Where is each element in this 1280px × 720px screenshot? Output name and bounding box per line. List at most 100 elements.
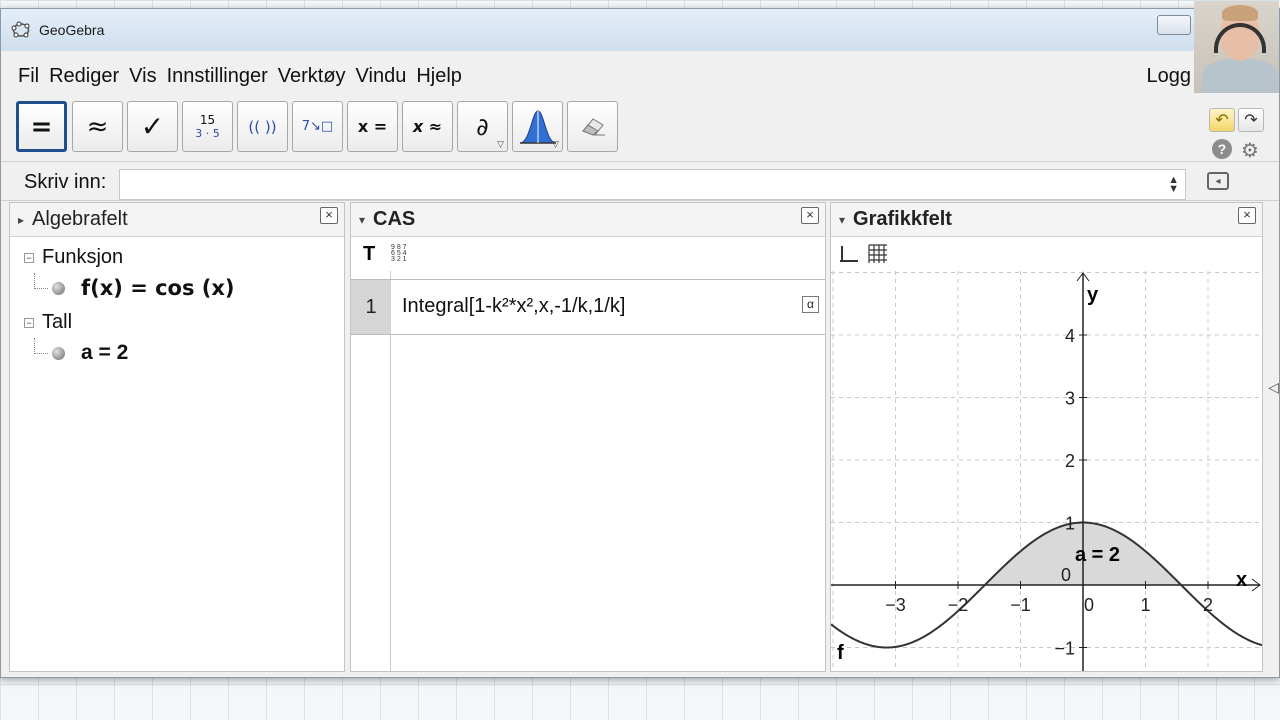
axes-toggle-icon[interactable] (839, 244, 859, 264)
x-tick-label: 0 (1084, 595, 1094, 615)
menu-verktoy[interactable]: Verktøy (278, 65, 346, 88)
menu-rediger[interactable]: Rediger (49, 65, 119, 88)
x-tick-label: 1 (1140, 595, 1150, 615)
derivative-tool-button[interactable]: ∂ ▽ (457, 101, 508, 152)
help-icon[interactable]: ? (1212, 139, 1232, 159)
cas-toolbar: = ≈ ✓ 15 3 · 5 (( )) 7↘□ x = x ≈ ∂ ▽ ▽ ↶… (1, 101, 1279, 163)
expand-side-arrow-icon[interactable]: ◁ (1268, 379, 1279, 396)
function-label-f[interactable]: f (837, 642, 844, 664)
y-tick-label: −1 (1054, 639, 1075, 659)
undo-icon: ↶ (1215, 112, 1229, 129)
solve-numerically-tool-button[interactable]: x ≈ (402, 101, 453, 152)
area-label[interactable]: a = 2 (1075, 544, 1120, 566)
eraser-icon (581, 117, 605, 136)
x-tick-label: −2 (948, 595, 969, 615)
algebra-group-label: Funksjon (42, 246, 124, 268)
approx-icon: ≈ (86, 111, 109, 142)
visibility-toggle-icon[interactable] (52, 281, 65, 295)
collapse-icon[interactable]: − (24, 252, 34, 263)
x-tick-label: 2 (1203, 595, 1213, 615)
algebra-panel-header: ▸ Algebrafelt × (10, 203, 344, 237)
dropdown-arrow-icon: ▽ (552, 140, 559, 150)
algebra-item-a[interactable]: a = 2 (34, 338, 129, 365)
algebra-item-label: a = 2 (81, 341, 129, 364)
origin-label: 0 (1061, 565, 1071, 585)
input-bar-label: Skriv inn: (24, 171, 107, 193)
menu-bar: Fil Rediger Vis Innstillinger Verktøy Vi… (1, 61, 1279, 91)
number-format-icon[interactable]: 9 8 76 5 43 2 1 (391, 244, 407, 263)
graphics-style-bar (831, 237, 1262, 271)
cas-row-number[interactable]: 1 (351, 280, 391, 334)
cas-row-input[interactable]: Integral[1-k²*x²,x,-1/k,1/k] (402, 295, 625, 318)
equals-icon: = (30, 111, 53, 142)
grid-toggle-icon[interactable] (867, 243, 889, 265)
collapse-arrow-icon[interactable]: ▾ (839, 213, 845, 227)
geogebra-window: GeoGebra Fil Rediger Vis Innstillinger V… (0, 1, 1280, 678)
graphics-canvas[interactable]: −3 −2 −1 0 1 2 4 3 2 1 −1 x y 0 f a = 2 (831, 271, 1262, 671)
x-tick-label: −3 (885, 595, 906, 615)
factor-tool-button[interactable]: 15 3 · 5 (182, 101, 233, 152)
expand-tool-button[interactable]: (( )) (237, 101, 288, 152)
solve-tool-button[interactable]: x = (347, 101, 398, 152)
menu-vindu[interactable]: Vindu (356, 65, 407, 88)
tree-connector (34, 338, 48, 354)
cas-row[interactable]: 1 Integral[1-k²*x²,x,-1/k,1/k] α (351, 279, 825, 335)
evaluate-tool-button[interactable]: = (16, 101, 67, 152)
cas-panel-header: ▾ CAS × (351, 203, 825, 237)
collapse-icon[interactable]: − (24, 317, 34, 328)
undo-redo-area: ↶ ↷ ? ⚙ (1209, 101, 1269, 163)
algebra-panel: ▸ Algebrafelt × − Funksjon f(x) = cos (x… (9, 202, 345, 672)
menu-vis[interactable]: Vis (129, 65, 156, 88)
substitute-tool-button[interactable]: 7↘□ (292, 101, 343, 152)
probability-tool-button[interactable]: ▽ (512, 101, 563, 152)
redo-button[interactable]: ↷ (1238, 108, 1264, 132)
dropdown-arrow-icon: ▽ (497, 140, 504, 150)
input-spinner-icon[interactable]: ▲ ▼ (1168, 175, 1179, 195)
close-cas-panel-button[interactable]: × (801, 207, 819, 224)
cas-panel-title: CAS (373, 208, 416, 230)
y-tick-label: 2 (1065, 451, 1075, 471)
collapse-arrow-icon[interactable]: ▸ (18, 213, 24, 227)
login-link[interactable]: Logg (1147, 65, 1192, 88)
redo-icon: ↷ (1244, 112, 1258, 129)
algebra-item-label: f(x) = cos (x) (81, 276, 235, 300)
x-tick-label: −1 (1010, 595, 1031, 615)
window-title: GeoGebra (39, 22, 105, 38)
close-graphics-panel-button[interactable]: × (1238, 207, 1256, 224)
visibility-toggle-icon[interactable] (52, 346, 65, 360)
cas-style-bar: T 9 8 76 5 43 2 1 (351, 237, 825, 271)
input-field[interactable]: ▲ ▼ (119, 169, 1186, 200)
graphics-panel-title: Grafikkfelt (853, 208, 952, 230)
y-tick-label: 4 (1065, 326, 1075, 346)
algebra-item-f[interactable]: f(x) = cos (x) (34, 273, 235, 300)
factor-icon-bottom: 3 · 5 (195, 127, 220, 140)
delete-tool-button[interactable] (567, 101, 618, 152)
menu-hjelp[interactable]: Hjelp (416, 65, 462, 88)
text-style-icon[interactable]: T (363, 243, 375, 266)
gear-icon[interactable]: ⚙ (1241, 138, 1259, 163)
close-algebra-panel-button[interactable]: × (320, 207, 338, 224)
checkmark-icon: ✓ (140, 110, 165, 143)
alpha-symbol-button[interactable]: α (802, 296, 819, 313)
title-bar: GeoGebra (1, 9, 1279, 51)
geogebra-logo-icon (11, 21, 30, 38)
collapse-arrow-icon[interactable]: ▾ (359, 213, 365, 227)
graphics-panel-header: ▾ Grafikkfelt × (831, 203, 1262, 237)
cas-panel: ▾ CAS × T 9 8 76 5 43 2 1 1 Integral[1-k… (350, 202, 826, 672)
menu-innstillinger[interactable]: Innstillinger (167, 65, 268, 88)
keyboard-toggle-icon[interactable]: ◂ (1207, 172, 1229, 190)
solve-icon: x = (357, 117, 388, 136)
undo-button[interactable]: ↶ (1209, 108, 1235, 132)
keep-input-tool-button[interactable]: ✓ (127, 101, 178, 152)
minimize-button[interactable] (1157, 15, 1191, 35)
derivative-icon: ∂ (476, 112, 489, 141)
tree-connector (34, 273, 48, 289)
numeric-tool-button[interactable]: ≈ (72, 101, 123, 152)
algebra-group-funksjon[interactable]: − Funksjon (24, 246, 123, 269)
solve-numerically-icon: x ≈ (412, 117, 443, 136)
substitute-icon: 7↘□ (301, 119, 334, 134)
expand-icon: (( )) (248, 117, 277, 136)
menu-fil[interactable]: Fil (18, 65, 39, 88)
algebra-group-tall[interactable]: − Tall (24, 311, 72, 334)
x-axis-label: x (1236, 569, 1247, 591)
